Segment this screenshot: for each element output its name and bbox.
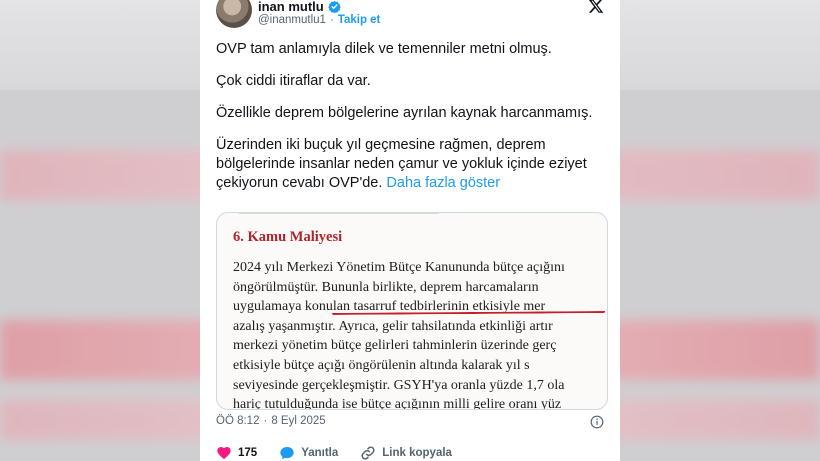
reply-button[interactable]: Yanıtla	[279, 445, 338, 461]
document-line: seviyesinde gerçekleşmiştir. GSYH'ya ora…	[233, 377, 565, 393]
tweet-timestamp[interactable]: ÖÖ 8:12 · 8 Eyl 2025	[216, 415, 326, 427]
tweet-paragraph: Özellikle deprem bölgelerine ayrılan kay…	[216, 105, 593, 121]
document-line: öngörülmüştür. Bununla birlikte, deprem …	[233, 279, 539, 295]
copy-link-label: Link kopyala	[382, 447, 452, 459]
document-line: hariç tutulduğunda ise bütçe açığının mi…	[233, 397, 562, 410]
info-icon[interactable]	[590, 415, 604, 429]
attached-document-image[interactable]: 6. Kamu Maliyesi 2024 yılı Merkezi Yönet…	[216, 212, 608, 410]
tweet-text: OVP tam anlamıyla dilek ve temenniler me…	[216, 40, 601, 206]
separator-dot: ·	[329, 14, 334, 26]
tweet-paragraph-last: Üzerinden iki buçuk yıl geçmesine rağmen…	[216, 136, 601, 193]
document-line: etkisiyle bütçe açığı öngörülenin altınd…	[233, 357, 530, 373]
author-name[interactable]: inan mutlu	[258, 0, 324, 14]
tweet-actions: 175 Yanıtla Link kopyala	[216, 445, 474, 461]
tweet-time: ÖÖ 8:12	[216, 415, 260, 427]
separator-dot: ·	[263, 415, 268, 427]
tweet-paragraph: OVP tam anlamıyla dilek ve temenniler me…	[216, 41, 552, 57]
verified-badge-icon	[327, 0, 341, 13]
reply-icon	[280, 447, 294, 460]
document-line: azalış yaşanmıştır. Ayrıca, gelir tahsil…	[233, 318, 553, 334]
document-heading: 6. Kamu Maliyesi	[233, 229, 343, 245]
like-count: 175	[238, 447, 258, 459]
author-handle-row: @inanmutlu1 · Takip et	[258, 14, 380, 26]
author-name-row: inan mutlu	[258, 0, 341, 14]
document-cut-off-line	[239, 213, 439, 214]
copy-link-button[interactable]: Link kopyala	[360, 445, 452, 461]
like-button[interactable]: 175	[216, 445, 257, 461]
document-page: 6. Kamu Maliyesi 2024 yılı Merkezi Yönet…	[233, 229, 607, 410]
x-logo-icon[interactable]	[588, 0, 604, 14]
document-line: merkezi yönetim bütçe gelirleri tahminle…	[233, 338, 557, 354]
tweet-date: 8 Eyl 2025	[271, 415, 326, 427]
avatar[interactable]	[216, 0, 252, 28]
reply-label: Yanıtla	[301, 447, 339, 459]
follow-button[interactable]: Takip et	[338, 14, 381, 26]
tweet-paragraph: Çok ciddi itiraflar da var.	[216, 73, 371, 89]
show-more-link[interactable]: Daha fazla göster	[386, 175, 500, 191]
heart-icon	[217, 447, 231, 460]
document-line: 2024 yılı Merkezi Yönetim Bütçe Kanunund…	[233, 260, 565, 275]
tweet-card: inan mutlu @inanmutlu1 · Takip et OVP ta…	[200, 0, 620, 461]
link-icon	[361, 446, 375, 460]
author-handle[interactable]: @inanmutlu1	[258, 14, 326, 26]
